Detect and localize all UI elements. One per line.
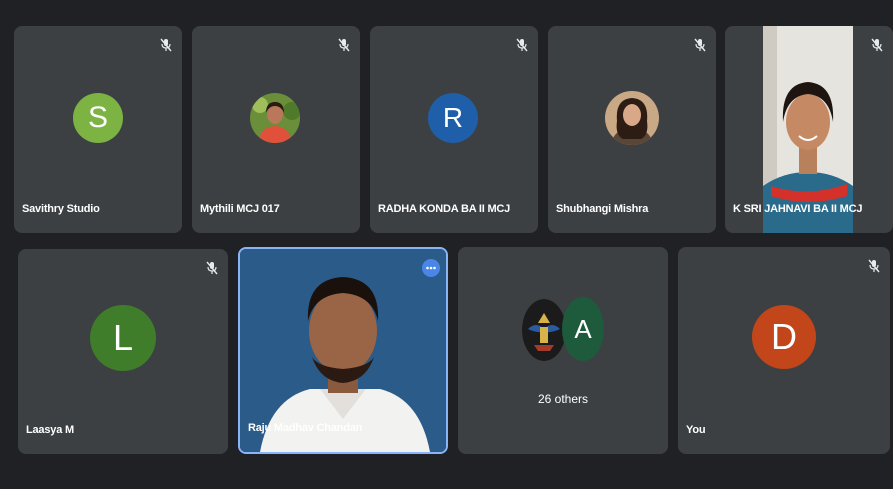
participant-tile[interactable]: K SRI JAHNAVI BA II MCJ — [725, 26, 893, 233]
participant-tile-active-speaker[interactable]: Raju Madhav Chandan — [238, 247, 448, 454]
avatar: S — [73, 93, 123, 143]
participant-name: K SRI JAHNAVI BA II MCJ — [733, 203, 863, 215]
profile-photo — [250, 93, 300, 143]
mic-off-icon — [206, 261, 218, 275]
mic-off-icon — [160, 38, 172, 52]
emblem-icon — [522, 299, 566, 361]
others-tile[interactable]: A 26 others — [458, 247, 668, 454]
participant-video — [763, 26, 853, 233]
participant-name: Savithry Studio — [22, 203, 100, 215]
mic-off-icon — [338, 38, 350, 52]
avatar-initial: S — [87, 101, 108, 134]
profile-photo — [605, 91, 659, 145]
participant-name: You — [686, 424, 706, 436]
avatar — [605, 91, 659, 145]
participant-name: Laasya M — [26, 424, 74, 436]
participant-name: RADHA KONDA BA II MCJ — [378, 203, 511, 215]
avatar-initial: A — [574, 313, 592, 344]
participant-name: Raju Madhav Chandan — [248, 422, 363, 434]
mic-off-icon — [868, 259, 880, 273]
avatar — [250, 93, 300, 143]
participant-tile[interactable]: D You — [678, 247, 890, 454]
emblem-avatar — [522, 299, 566, 361]
participant-name: Shubhangi Mishra — [556, 203, 649, 215]
others-count-label: 26 others — [537, 392, 589, 406]
participant-tile[interactable]: Mythili MCJ 017 — [192, 26, 360, 233]
participant-tile[interactable]: L Laasya M — [18, 249, 228, 454]
mic-off-icon — [694, 38, 706, 52]
mic-off-icon — [871, 38, 883, 52]
participant-tile[interactable]: S Savithry Studio — [14, 26, 182, 233]
more-options-button[interactable] — [422, 259, 440, 277]
participant-tile[interactable]: Shubhangi Mishra — [548, 26, 716, 233]
avatar: R — [428, 93, 478, 143]
participant-name: Mythili MCJ 017 — [200, 203, 280, 215]
avatar-initial: D — [771, 316, 797, 357]
avatar-initial: L — [112, 317, 134, 358]
avatar: D — [752, 305, 816, 369]
mic-off-icon — [516, 38, 528, 52]
avatar-initial: R — [442, 102, 464, 133]
more-options-icon — [426, 266, 436, 270]
meeting-grid: S Savithry Studio Mythili MCJ 017 R RADH… — [0, 0, 893, 489]
avatar: A — [562, 297, 604, 361]
participant-tile[interactable]: R RADHA KONDA BA II MCJ — [370, 26, 538, 233]
avatar: L — [90, 305, 156, 371]
